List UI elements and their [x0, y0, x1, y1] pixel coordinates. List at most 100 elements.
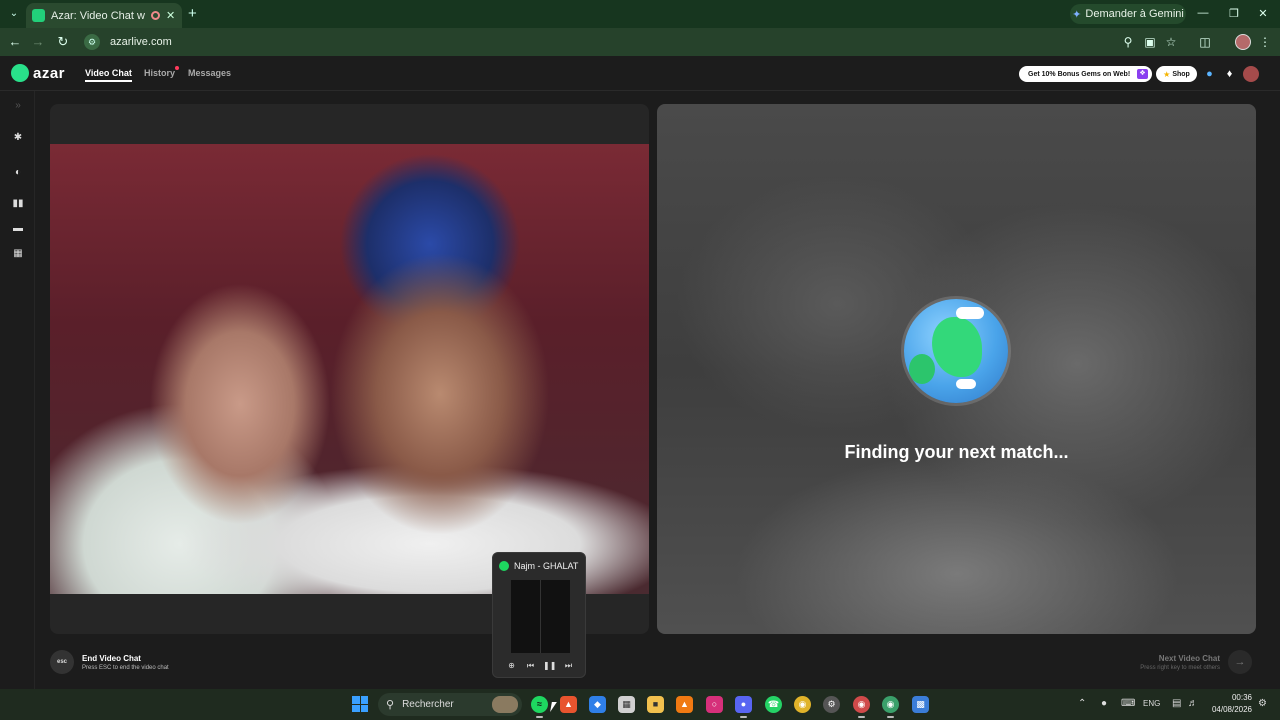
remote-desktop-taskbar-icon[interactable]: ▩ [912, 696, 929, 713]
volume-icon[interactable]: ♬ [1188, 698, 1198, 710]
end-chat-title: End Video Chat [82, 653, 141, 663]
magic-wand-icon[interactable]: ✱ [11, 131, 25, 145]
network-icon[interactable]: ▤ [1172, 698, 1181, 710]
bookmark-star-icon[interactable]: ☆ [1164, 35, 1178, 49]
split-layout-icon[interactable]: ▮▮ [11, 197, 25, 211]
chrome-profile-taskbar-icon[interactable]: ◉ [853, 696, 870, 718]
matching-status-text: Finding your next match... [844, 442, 1069, 462]
brave-taskbar-icon[interactable]: ▲ [560, 696, 577, 713]
arrow-right-icon[interactable]: → [1228, 650, 1252, 674]
back-icon[interactable]: ← [7, 34, 23, 50]
tab-messages[interactable]: Messages [188, 68, 231, 78]
tab-video-chat[interactable]: Video Chat [85, 68, 132, 82]
azar-favicon-icon [32, 9, 45, 22]
defender-taskbar-icon[interactable]: ◆ [589, 696, 606, 713]
azar-logo[interactable]: azar [11, 64, 65, 82]
azar-logo-mark-icon [11, 64, 29, 82]
gift-icon: ❖ [1137, 69, 1148, 79]
new-tab-button[interactable]: + [188, 6, 197, 21]
spotify-mini-player[interactable]: Najm - GHALAT ⊕ ⏮ ❚❚ ⏭ [492, 552, 586, 678]
store-taskbar-icon[interactable]: ▦ [618, 696, 635, 713]
next-video-chat-control[interactable]: Next Video Chat Press right key to meet … [1140, 650, 1252, 674]
shop-label: Shop [1172, 70, 1190, 78]
end-video-chat-control[interactable]: esc End Video Chat Press ESC to end the … [50, 650, 169, 674]
discord-taskbar-icon[interactable]: ● [735, 696, 752, 718]
azar-logo-text: azar [33, 64, 66, 82]
spotify-taskbar-icon[interactable]: ≈ [531, 696, 548, 718]
zoom-icon[interactable]: ⚲ [1121, 35, 1135, 49]
profile-avatar[interactable] [1235, 34, 1251, 50]
tab-menu-icon[interactable]: ⌄ [6, 6, 22, 22]
spotify-icon [499, 561, 509, 571]
left-tool-rail: » ✱ ◐ ▮▮ ▬ ▦ [0, 91, 35, 689]
clock-time: 00:36 [1231, 693, 1252, 702]
next-chat-hint: Press right key to meet others [1140, 664, 1220, 671]
esc-key-badge[interactable]: esc [50, 650, 74, 674]
notification-bell-icon[interactable]: ♦ [1223, 68, 1236, 81]
filter-icon[interactable]: ◐ [11, 166, 25, 180]
site-info-icon[interactable]: ⚙ [84, 34, 100, 50]
minimize-icon[interactable]: — [1196, 7, 1210, 19]
cast-icon[interactable]: ▣ [1143, 35, 1157, 49]
gem-star-icon: ★ [1163, 69, 1171, 79]
history-notification-dot [175, 66, 180, 70]
tab-history[interactable]: History [144, 66, 180, 78]
tab-history-label: History [144, 68, 176, 78]
system-clock[interactable]: 00:36 04/08/2026 [1206, 692, 1252, 716]
windows-start-icon[interactable] [352, 696, 368, 712]
remote-video-panel: Finding your next match... [657, 104, 1256, 634]
file-explorer-taskbar-icon[interactable]: ■ [647, 696, 664, 713]
track-title: Najm - GHALAT [514, 561, 579, 571]
close-tab-icon[interactable]: ✕ [166, 9, 176, 22]
user-avatar[interactable] [1243, 66, 1259, 82]
tray-overflow-icon[interactable]: ⌃ [1078, 698, 1086, 710]
instagram-taskbar-icon[interactable]: ○ [706, 696, 723, 713]
chrome-active-taskbar-icon[interactable]: ◉ [882, 696, 899, 718]
search-icon: ⚲ [386, 699, 395, 711]
globe-land-shape [932, 317, 982, 377]
expand-chevron-icon[interactable]: » [11, 99, 25, 113]
add-icon[interactable]: ⊕ [505, 659, 518, 672]
bonus-gems-button[interactable]: Get 10% Bonus Gems on Web! ❖ [1019, 66, 1152, 82]
chrome-taskbar-icon[interactable]: ◉ [794, 696, 811, 713]
language-indicator[interactable]: ENG [1143, 698, 1160, 710]
pause-icon[interactable]: ❚❚ [543, 659, 556, 672]
search-highlight-image [492, 696, 518, 713]
recording-icon [151, 11, 160, 20]
browser-toolbar: ← → ↻ ⚙ azarlive.com ⚲ ▣ ☆ ◫ ⋮ [0, 28, 1280, 56]
previous-track-icon[interactable]: ⏮ [524, 659, 537, 672]
taskbar-search[interactable]: ⚲ Rechercher [378, 693, 522, 716]
reload-icon[interactable]: ↻ [55, 34, 71, 50]
gemini-button[interactable]: ✦ Demander à Gemini [1070, 4, 1186, 24]
address-url: azarlive.com [110, 36, 172, 48]
stacked-layout-icon[interactable]: ▬ [11, 222, 25, 236]
browser-tab[interactable]: Azar: Video Chat with New ✕ [26, 3, 182, 28]
maximize-icon[interactable]: ❐ [1227, 7, 1241, 20]
app-header: azar Video Chat History Messages Get 10%… [0, 56, 1280, 91]
search-label: Rechercher [402, 699, 454, 710]
grid-layout-icon[interactable]: ▦ [11, 247, 25, 261]
vlc-taskbar-icon[interactable]: ▲ [676, 696, 693, 713]
notification-center-icon[interactable]: ⚙ [1258, 698, 1267, 710]
more-menu-icon[interactable]: ⋮ [1258, 35, 1272, 49]
globe-cloud-shape [956, 307, 984, 319]
globe-cloud-shape [956, 379, 976, 389]
browser-tab-bar: ⌄ Azar: Video Chat with New ✕ + ✦ Demand… [0, 0, 1280, 28]
gemini-sparkle-icon: ✦ [1072, 8, 1082, 21]
end-chat-hint: Press ESC to end the video chat [82, 664, 169, 671]
whatsapp-taskbar-icon[interactable]: ☎ [765, 696, 782, 713]
next-track-icon[interactable]: ⏭ [562, 659, 575, 672]
keyboard-icon[interactable]: ⌨ [1121, 698, 1135, 710]
clock-date: 04/08/2026 [1211, 705, 1252, 714]
address-bar[interactable]: ⚙ azarlive.com [80, 31, 1180, 53]
microphone-icon[interactable]: ● [1101, 698, 1107, 710]
steam-taskbar-icon[interactable]: ⚙ [823, 696, 840, 713]
shop-button[interactable]: ★ Shop [1156, 66, 1197, 82]
extensions-icon[interactable]: ◫ [1198, 35, 1212, 49]
windows-taskbar: ⚲ Rechercher ≈ ▲ ◆ ▦ ■ ▲ ○ ● ☎ ◉ ⚙ ◉ ◉ ▩… [0, 689, 1280, 720]
chat-bubble-icon[interactable]: ● [1203, 68, 1216, 81]
next-chat-title: Next Video Chat [1158, 653, 1220, 663]
close-window-icon[interactable]: ✕ [1256, 7, 1270, 20]
globe-icon [904, 299, 1008, 403]
forward-icon[interactable]: → [30, 34, 46, 50]
